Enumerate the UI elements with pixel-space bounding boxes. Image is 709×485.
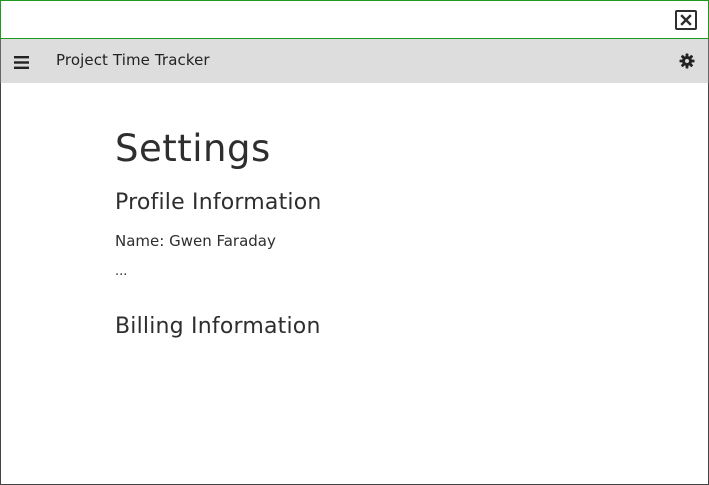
profile-name: Name: Gwen Faraday — [115, 232, 276, 250]
profile-more-placeholder: ... — [115, 264, 128, 279]
app-window: Project Time Tracker Settings Profile In… — [0, 0, 709, 485]
settings-button[interactable] — [679, 53, 695, 69]
hamburger-menu-icon — [14, 56, 29, 69]
window-title-bar — [0, 0, 709, 39]
menu-button[interactable] — [14, 54, 29, 69]
settings-content: Settings Profile Information Name: Gwen … — [0, 83, 709, 485]
app-title: Project Time Tracker — [56, 51, 210, 69]
page-title: Settings — [115, 127, 271, 170]
app-header: Project Time Tracker — [0, 39, 709, 83]
close-icon — [680, 14, 692, 26]
billing-section-heading: Billing Information — [115, 314, 321, 339]
gear-icon — [679, 53, 695, 69]
profile-section-heading: Profile Information — [115, 190, 322, 215]
close-button[interactable] — [675, 10, 697, 30]
